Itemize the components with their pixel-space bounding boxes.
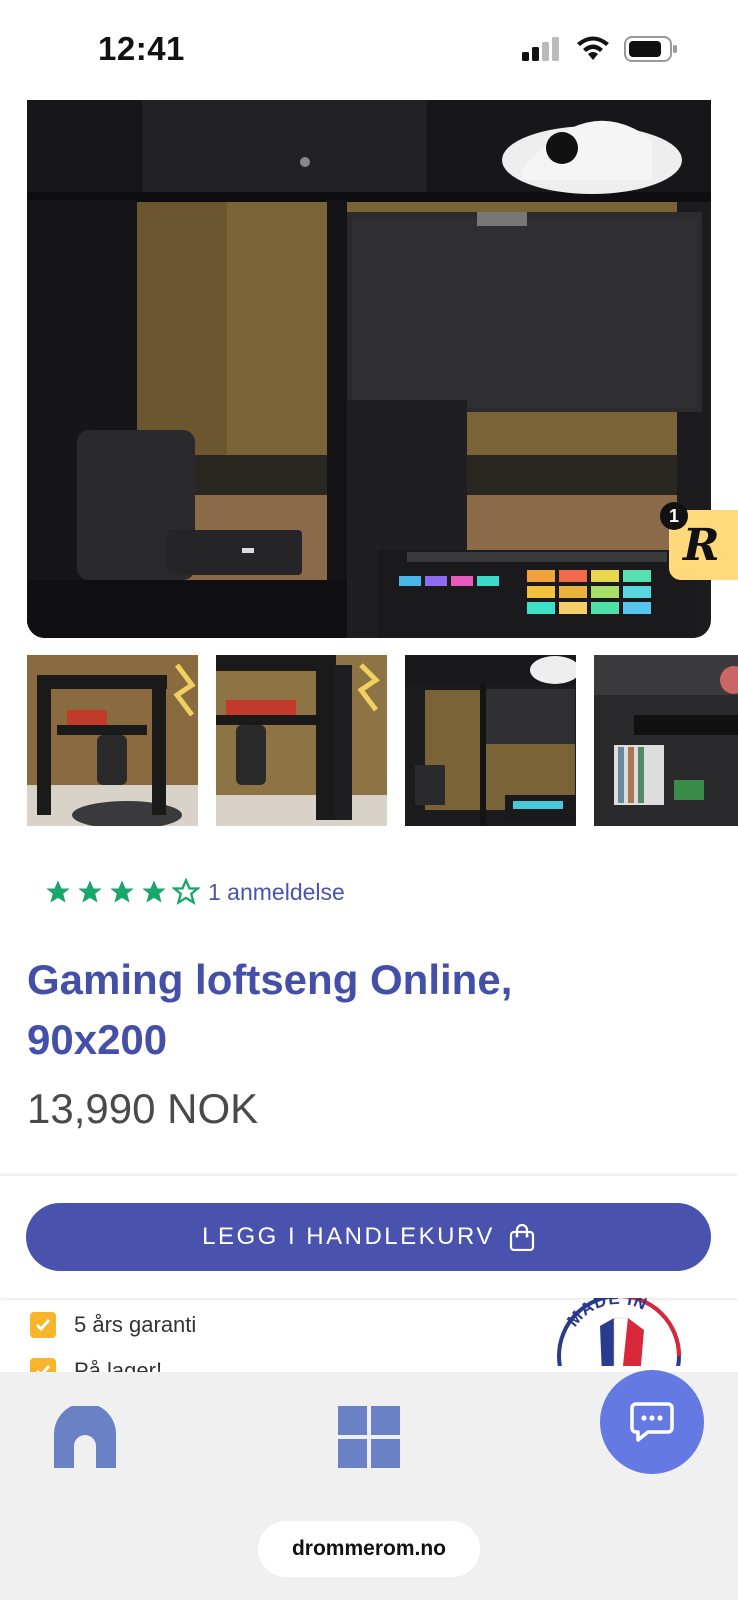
status-icons — [522, 36, 678, 62]
thumbnail-1[interactable] — [27, 655, 198, 826]
sticky-cart-bar: LEGG I HANDLEKURV — [0, 1176, 738, 1298]
chat-icon — [630, 1402, 674, 1442]
grid-icon — [338, 1406, 400, 1468]
badge-count: 1 — [660, 502, 688, 530]
browser-url-bar[interactable]: drommerom.no — [258, 1521, 480, 1577]
battery-icon — [624, 36, 677, 62]
product-hero-image[interactable] — [27, 100, 711, 638]
reviews-link[interactable]: 1 anmeldelse — [208, 879, 345, 906]
nav-home-button[interactable] — [54, 1403, 116, 1473]
r-logo-icon: R — [683, 520, 720, 571]
star-filled-icon — [110, 880, 134, 903]
product-rating[interactable]: 1 anmeldelse — [44, 878, 345, 906]
star-filled-icon — [78, 880, 102, 903]
product-price: 13,990 NOK — [27, 1085, 259, 1132]
thumbnail-3[interactable] — [405, 655, 576, 826]
add-to-cart-label: LEGG I HANDLEKURV — [202, 1223, 495, 1250]
benefit-item: 5 års garanti — [30, 1312, 196, 1338]
signal-icon — [522, 37, 559, 61]
checkmark-icon — [30, 1312, 56, 1338]
add-to-cart-button[interactable]: LEGG I HANDLEKURV — [26, 1203, 711, 1271]
product-title: Gaming loftseng Online, 90x200 — [27, 956, 513, 1063]
shopping-bag-icon — [509, 1223, 535, 1251]
star-filled-icon — [46, 880, 70, 903]
thumbnail-4[interactable] — [594, 655, 738, 826]
home-icon — [54, 1403, 116, 1468]
chat-button[interactable] — [600, 1370, 704, 1474]
wifi-icon — [577, 36, 609, 60]
status-time: 12:41 — [98, 30, 185, 67]
thumbnail-strip[interactable] — [27, 655, 738, 826]
made-in-france-badge: MADE IN — [552, 1296, 686, 1366]
thumbnail-2[interactable] — [216, 655, 387, 826]
benefit-label: 5 års garanti — [74, 1312, 197, 1337]
status-bar: 12:41 — [0, 0, 738, 96]
nav-categories-button[interactable] — [338, 1406, 400, 1473]
star-empty-icon — [172, 878, 200, 906]
star-filled-icon — [142, 880, 166, 903]
